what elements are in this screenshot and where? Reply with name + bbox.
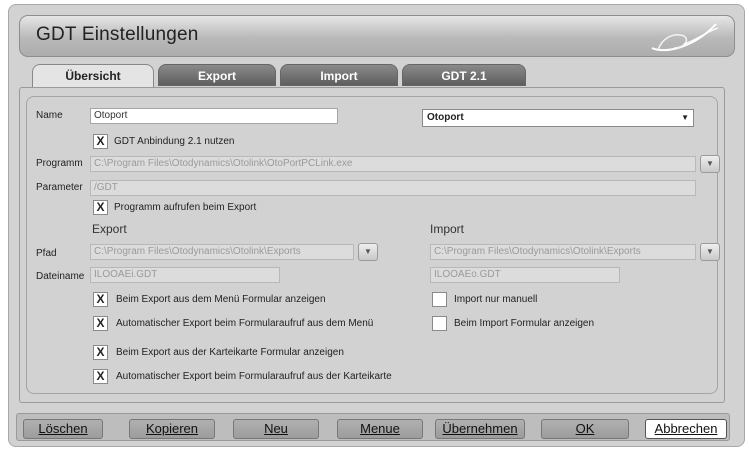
auto-export-karteikarte-checkbox[interactable]: X — [93, 369, 108, 384]
programm-label: Programm — [36, 158, 83, 169]
export-path-browse-button[interactable]: ▼ — [358, 243, 378, 261]
parameter-label: Parameter — [36, 182, 83, 193]
import-manual-checkbox[interactable] — [432, 292, 447, 307]
delete-button[interactable]: Löschen — [23, 419, 103, 439]
menu-button[interactable]: Menue — [337, 419, 423, 439]
title-bar: GDT Einstellungen — [19, 15, 735, 57]
gdt21-checkbox[interactable]: X — [93, 134, 108, 149]
window-title: GDT Einstellungen — [36, 24, 199, 45]
device-select[interactable]: Otoport ▼ — [422, 109, 694, 127]
swoosh-logo-icon — [651, 23, 719, 52]
cancel-button[interactable]: Abbrechen — [645, 419, 727, 439]
overview-panel: Name Otoport Otoport ▼ X GDT Anbindung 2… — [19, 87, 725, 403]
export-menu-form-label: Beim Export aus dem Menü Formular anzeig… — [116, 294, 326, 305]
export-path-input[interactable]: C:\Program Files\Otodynamics\Otolink\Exp… — [90, 244, 354, 260]
programm-input[interactable]: C:\Program Files\Otodynamics\Otolink\Oto… — [90, 156, 696, 172]
parameter-input[interactable]: /GDT — [90, 180, 696, 196]
device-select-value: Otoport — [427, 112, 464, 123]
export-file-input[interactable]: ILOOAEi.GDT — [90, 267, 280, 283]
new-button[interactable]: Neu — [233, 419, 319, 439]
tab-gdt21[interactable]: GDT 2.1 — [402, 64, 526, 86]
export-karteikarte-form-checkbox[interactable]: X — [93, 345, 108, 360]
programm-export-label: Programm aufrufen beim Export — [114, 202, 257, 213]
chevron-down-icon: ▼ — [681, 113, 689, 122]
import-heading: Import — [430, 222, 465, 236]
auto-export-karteikarte-label: Automatischer Export beim Formularaufruf… — [116, 371, 392, 382]
button-bar: Löschen Kopieren Neu Menue Übernehmen OK… — [16, 413, 730, 441]
name-label: Name — [36, 110, 63, 121]
import-form-label: Beim Import Formular anzeigen — [454, 318, 595, 329]
tab-import[interactable]: Import — [280, 64, 398, 86]
chevron-down-icon: ▼ — [706, 159, 714, 168]
ok-button[interactable]: OK — [541, 419, 629, 439]
gdt21-label: GDT Anbindung 2.1 nutzen — [114, 136, 235, 147]
import-file-input[interactable]: ILOOAEo.GDT — [430, 267, 620, 283]
chevron-down-icon: ▼ — [364, 247, 372, 256]
export-menu-form-checkbox[interactable]: X — [93, 292, 108, 307]
copy-button[interactable]: Kopieren — [129, 419, 215, 439]
export-karteikarte-form-label: Beim Export aus der Karteikarte Formular… — [116, 347, 344, 358]
chevron-down-icon: ▼ — [706, 247, 714, 256]
export-heading: Export — [92, 222, 127, 236]
dateiname-label: Dateiname — [36, 271, 85, 282]
pfad-label: Pfad — [36, 248, 57, 259]
auto-export-menu-label: Automatischer Export beim Formularaufruf… — [116, 318, 374, 329]
auto-export-menu-checkbox[interactable]: X — [93, 316, 108, 331]
programm-browse-button[interactable]: ▼ — [700, 155, 720, 173]
name-input[interactable]: Otoport — [90, 108, 338, 124]
tab-export[interactable]: Export — [158, 64, 276, 86]
programm-export-checkbox[interactable]: X — [93, 200, 108, 215]
import-manual-label: Import nur manuell — [454, 294, 538, 305]
import-path-input[interactable]: C:\Program Files\Otodynamics\Otolink\Exp… — [430, 244, 696, 260]
import-path-browse-button[interactable]: ▼ — [700, 243, 720, 261]
apply-button[interactable]: Übernehmen — [435, 419, 525, 439]
tab-uebersicht[interactable]: Übersicht — [32, 64, 154, 88]
import-form-checkbox[interactable] — [432, 316, 447, 331]
